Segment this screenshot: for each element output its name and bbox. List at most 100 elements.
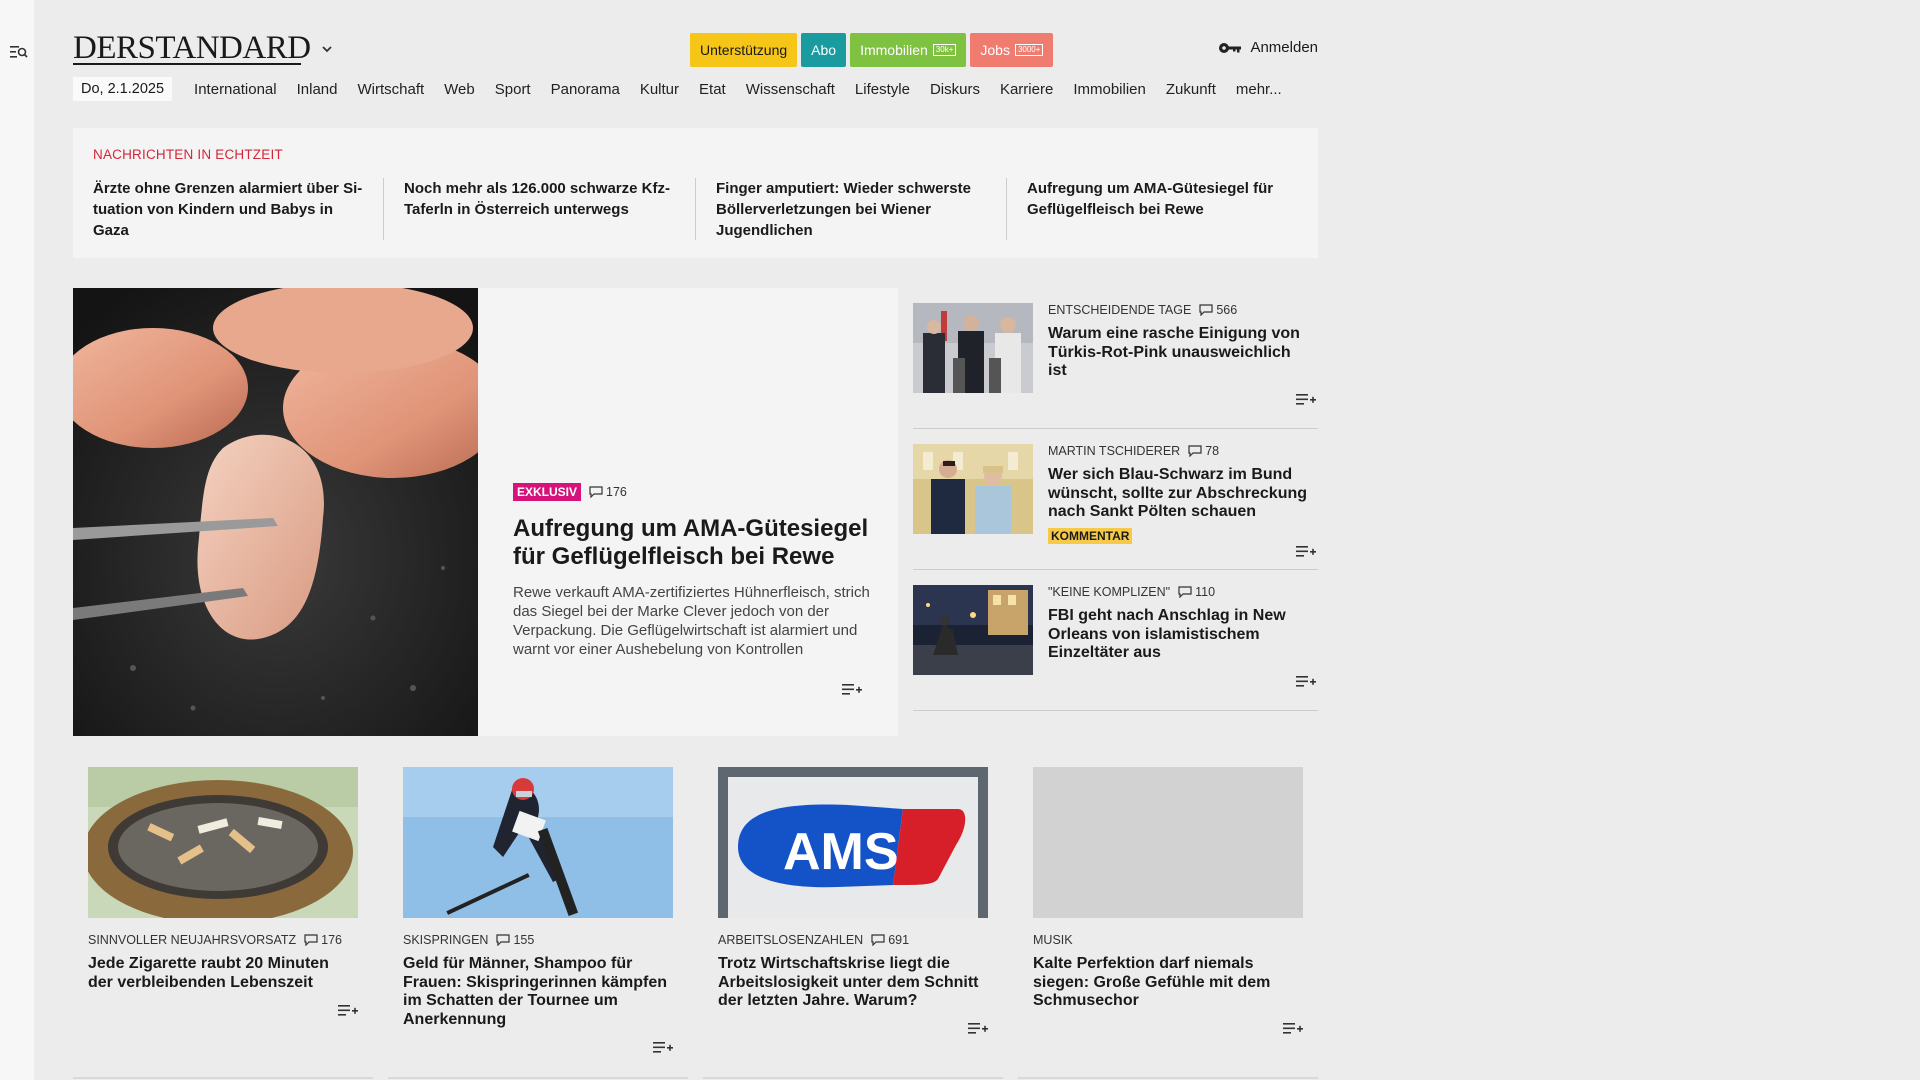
side-story-title[interactable]: Warum eine rasche Einigung von Türkis-Ro… [1048, 325, 1310, 381]
comment-count[interactable]: 176 [304, 933, 342, 947]
nav-item-etat[interactable]: Etat [699, 81, 726, 98]
ticker-divider [1006, 178, 1007, 240]
card-divider [703, 1077, 1003, 1079]
comment-count[interactable]: 110 [1178, 585, 1215, 599]
side-story-meta: "KEINE KOMPLIZEN" 110 [1048, 585, 1310, 599]
story-card-meta: SINNVOLLER NEUJAHRSVORSATZ 176 [88, 933, 358, 947]
side-story[interactable]: "KEINE KOMPLIZEN" 110 FBI geht nach Ansc… [913, 570, 1318, 711]
nav-item-panorama[interactable]: Panorama [551, 81, 620, 98]
story-card-kicker: SKISPRINGEN [403, 933, 489, 947]
side-story[interactable]: ENTSCHEIDENDE TAGE 566 Warum eine rasche… [913, 288, 1318, 429]
card-divider [388, 1077, 688, 1079]
key-icon [1219, 42, 1242, 53]
add-to-list-icon[interactable] [842, 683, 862, 697]
nav-item-wirtschaft[interactable]: Wirtschaft [357, 81, 424, 98]
commentary-badge: KOMMENTAR [1048, 527, 1133, 544]
nav-item-inland[interactable]: Inland [297, 81, 338, 98]
nav-item-lifestyle[interactable]: Lifestyle [855, 81, 910, 98]
login-button[interactable]: Anmelden [1218, 39, 1318, 56]
story-card-image[interactable] [403, 767, 673, 918]
nav-item-more[interactable]: mehr... [1236, 81, 1282, 98]
side-story-image[interactable] [913, 444, 1033, 534]
comment-icon [304, 934, 318, 946]
top-buttons: Unterstützung Abo Immobilien 30k+ Jobs 3… [690, 33, 1054, 67]
lead-story-meta: EXKLUSIV 176 [513, 483, 873, 501]
add-to-list-icon[interactable] [1296, 675, 1316, 689]
comment-count[interactable]: 155 [496, 933, 534, 947]
nav-item-diskurs[interactable]: Diskurs [930, 81, 980, 98]
comment-icon [1178, 586, 1192, 598]
nav-item-wissenschaft[interactable]: Wissenschaft [746, 81, 835, 98]
comment-count[interactable]: 176 [589, 485, 627, 499]
story-card-image-placeholder[interactable] [1033, 767, 1303, 918]
ticker-item[interactable]: Noch mehr als 126.000 schwarze Kfz-Tafer… [404, 178, 676, 220]
side-story-body: MARTIN TSCHIDERER 78 Wer sich Blau-Schwa… [1048, 444, 1310, 545]
ams-logo-text: AMS [783, 823, 899, 881]
side-story-kicker: MARTIN TSCHIDERER [1048, 444, 1181, 458]
story-card-title[interactable]: Trotz Wirtschaftskrise liegt die Arbeits… [718, 955, 988, 1011]
nav-item-sport[interactable]: Sport [495, 81, 531, 98]
story-card[interactable]: SKISPRINGEN 155 Geld für Männer, Shampoo… [403, 767, 673, 1053]
login-label: Anmelden [1250, 39, 1318, 56]
add-to-list-icon[interactable] [338, 1004, 358, 1018]
story-card-title[interactable]: Jede Zigarette raubt 20 Minuten der verb… [88, 955, 358, 992]
side-story-meta: ENTSCHEIDENDE TAGE 566 [1048, 303, 1310, 317]
story-card-image[interactable] [88, 767, 358, 918]
add-to-list-icon[interactable] [1283, 1022, 1303, 1036]
nav-item-zukunft[interactable]: Zukunft [1166, 81, 1216, 98]
side-story-image[interactable] [913, 303, 1033, 393]
add-to-list-icon[interactable] [968, 1022, 988, 1036]
comment-count[interactable]: 566 [1199, 303, 1237, 317]
story-card[interactable]: MUSIK Kalte Perfektion darf niemals sieg… [1033, 767, 1303, 1034]
side-story[interactable]: MARTIN TSCHIDERER 78 Wer sich Blau-Schwa… [913, 429, 1318, 570]
lead-story[interactable]: EXKLUSIV 176 Aufregung um AMA-Gütesiegel… [73, 288, 898, 736]
add-to-list-icon[interactable] [653, 1041, 673, 1055]
story-card-kicker: MUSIK [1033, 933, 1073, 947]
ticker-item[interactable]: Finger amputiert: Wieder schwerste Bölle… [716, 178, 988, 241]
story-card-image[interactable]: AMS [718, 767, 988, 918]
ticker-item[interactable]: Ärzte ohne Grenzen alarmiert über Si­tua… [93, 178, 365, 241]
jobs-button-label: Jobs [980, 42, 1010, 58]
lead-story-image[interactable] [73, 288, 478, 736]
search-menu-icon[interactable] [10, 44, 28, 60]
jobs-button[interactable]: Jobs 3000+ [970, 33, 1054, 67]
abo-button-label: Abo [811, 42, 837, 58]
site-logo[interactable]: DERSTANDARD [73, 30, 311, 67]
nav-item-immobilien[interactable]: Immobilien [1073, 81, 1146, 98]
ticker-divider [383, 178, 384, 240]
comment-count-value: 691 [888, 933, 910, 947]
card-divider [73, 1077, 373, 1079]
nav-item-kultur[interactable]: Kultur [640, 81, 679, 98]
nav-item-web[interactable]: Web [444, 81, 475, 98]
comment-count-value: 155 [513, 933, 535, 947]
support-button[interactable]: Unterstützung [690, 33, 798, 67]
immobilien-button[interactable]: Immobilien 30k+ [850, 33, 967, 67]
chevron-down-icon[interactable] [320, 42, 334, 56]
story-card-title[interactable]: Kalte Perfektion darf niemals siegen: Gr… [1033, 955, 1303, 1011]
current-date: Do, 2.1.2025 [73, 77, 173, 101]
comment-icon [496, 934, 511, 946]
live-news-ticker: NACHRICHTEN IN ECHTZEIT Ärzte ohne Grenz… [73, 128, 1318, 258]
side-story-image[interactable] [913, 585, 1033, 675]
story-card[interactable]: AMS ARBEITSLOSENZAHLEN 691 Trotz Wirtsch… [718, 767, 988, 1034]
comment-count[interactable]: 78 [1188, 444, 1219, 458]
side-story-body: "KEINE KOMPLIZEN" 110 FBI geht nach Ansc… [1048, 585, 1310, 663]
add-to-list-icon[interactable] [1296, 545, 1316, 559]
abo-button[interactable]: Abo [801, 33, 847, 67]
story-card-title[interactable]: Geld für Männer, Shampoo für Frauen: Ski… [403, 955, 673, 1029]
story-card-meta: ARBEITSLOSENZAHLEN 691 [718, 933, 988, 947]
comment-count-value: 566 [1216, 303, 1238, 317]
ticker-item[interactable]: Aufregung um AMA-Gütesiegel für Geflügel… [1027, 178, 1299, 220]
card-divider [1018, 1077, 1318, 1079]
side-story-title[interactable]: Wer sich Blau-Schwarz im Bund wünscht, s… [1048, 466, 1310, 522]
nav-item-international[interactable]: International [194, 81, 277, 98]
immobilien-count-badge: 30k+ [932, 44, 957, 56]
add-to-list-icon[interactable] [1296, 393, 1316, 407]
nav-item-karriere[interactable]: Karriere [1000, 81, 1053, 98]
side-story-title[interactable]: FBI geht nach Anschlag in New Orleans vo… [1048, 607, 1310, 663]
comment-icon [1188, 445, 1202, 457]
lead-story-body: EXKLUSIV 176 Aufregung um AMA-Gütesiegel… [513, 483, 873, 659]
lead-story-title[interactable]: Aufregung um AMA-Gütesiegel für Geflügel… [513, 515, 873, 571]
story-card[interactable]: SINNVOLLER NEUJAHRSVORSATZ 176 Jede Ziga… [88, 767, 358, 1016]
comment-count[interactable]: 691 [871, 933, 909, 947]
